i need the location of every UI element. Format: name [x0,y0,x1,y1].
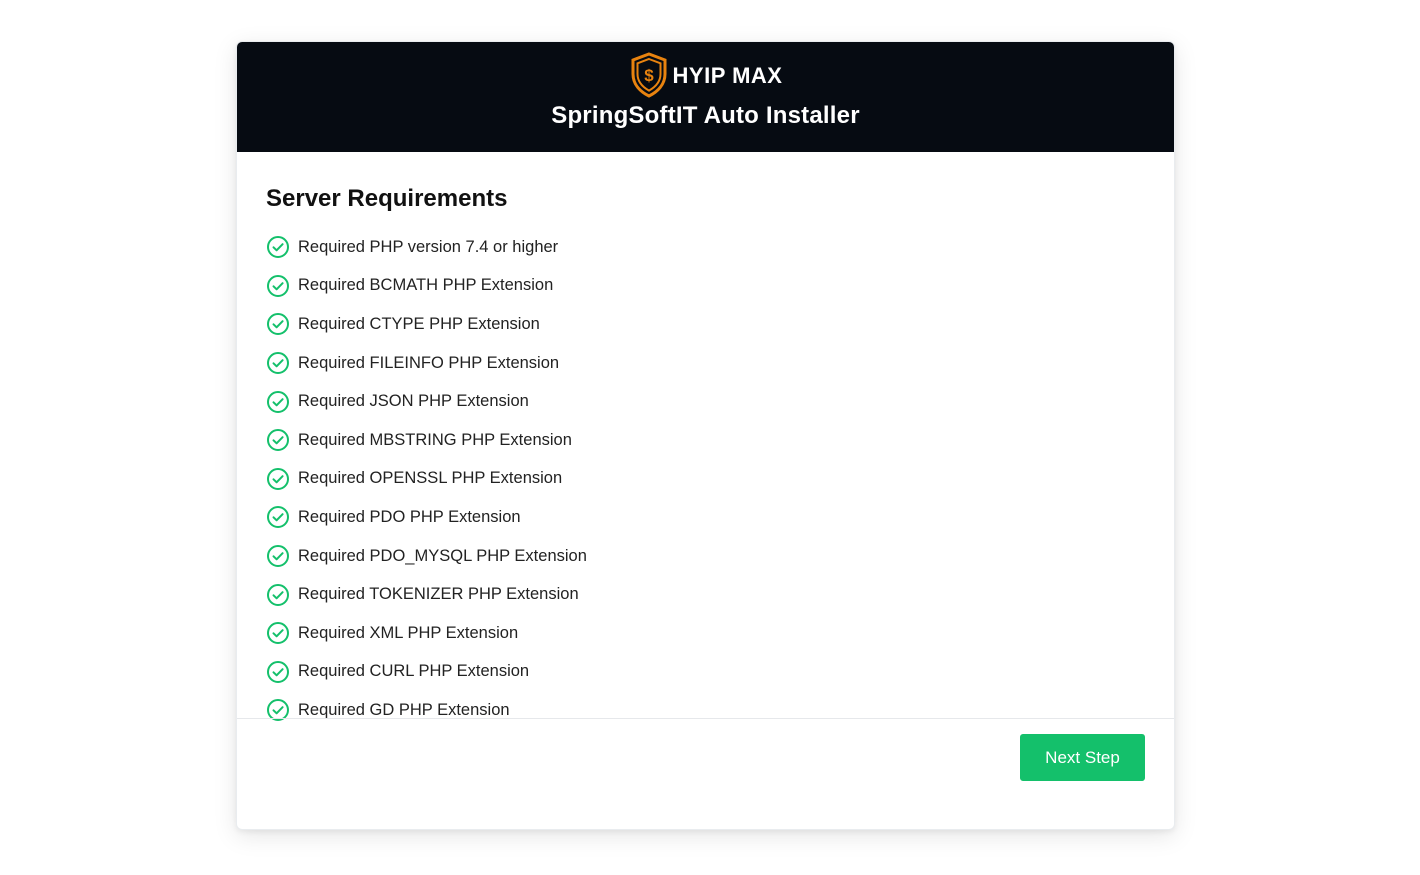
requirement-item: Required PHP version 7.4 or higher [266,228,1145,267]
requirements-list: Required PHP version 7.4 or higher Requir… [266,228,1145,730]
brand-name: HYIP MAX [672,63,783,88]
requirement-item: Required FILEINFO PHP Extension [266,344,1145,383]
check-circle-icon [267,352,289,375]
check-circle-icon [267,274,289,297]
check-circle-icon [267,622,289,645]
check-circle-icon [267,545,289,568]
requirement-text: Required FILEINFO PHP Extension [298,353,560,372]
svg-text:$: $ [644,66,654,85]
requirement-item: Required PDO_MYSQL PHP Extension [266,537,1145,576]
check-circle-icon [267,390,289,413]
requirement-text: Required OPENSSL PHP Extension [298,469,563,488]
requirement-item: Required XML PHP Extension [266,614,1145,653]
installer-footer: Next Step [237,718,1174,796]
requirement-text: Required MBSTRING PHP Extension [298,430,572,449]
requirement-text: Required TOKENIZER PHP Extension [298,585,579,604]
requirement-item: Required CURL PHP Extension [266,653,1145,692]
check-circle-icon [267,467,289,490]
requirement-item: Required PDO PHP Extension [266,498,1145,537]
requirement-item: Required OPENSSL PHP Extension [266,460,1145,499]
requirement-item: Required MBSTRING PHP Extension [266,421,1145,460]
requirement-text: Required PDO PHP Extension [298,507,521,526]
check-circle-icon [267,236,289,259]
requirement-item: Required BCMATH PHP Extension [266,267,1145,306]
section-title: Server Requirements [266,185,508,212]
installer-card: $ HYIP MAX SpringSoftIT Auto Installer S… [236,41,1175,830]
requirement-text: Required PHP version 7.4 or higher [298,237,559,256]
requirement-text: Required CTYPE PHP Extension [298,314,540,333]
requirement-text: Required CURL PHP Extension [298,662,530,681]
requirement-text: Required BCMATH PHP Extension [298,276,554,295]
requirement-text: Required XML PHP Extension [298,623,519,642]
requirement-text: Required JSON PHP Extension [298,392,529,411]
installer-title: SpringSoftIT Auto Installer [551,102,860,129]
check-circle-icon [267,506,289,529]
shield-dollar-icon: $ [631,52,667,98]
check-circle-icon [267,429,289,452]
requirements-panel: Server Requirements Required PHP version… [237,152,1174,722]
requirement-text: Required PDO_MYSQL PHP Extension [298,546,587,565]
requirement-item: Required JSON PHP Extension [266,382,1145,421]
check-circle-icon [267,583,289,606]
installer-header: $ HYIP MAX SpringSoftIT Auto Installer [237,42,1174,152]
check-circle-icon [267,313,289,336]
brand: $ HYIP MAX [629,52,783,98]
check-circle-icon [267,660,289,683]
requirement-item: Required CTYPE PHP Extension [266,305,1145,344]
requirement-item: Required TOKENIZER PHP Extension [266,575,1145,614]
next-step-button[interactable]: Next Step [1020,734,1145,781]
